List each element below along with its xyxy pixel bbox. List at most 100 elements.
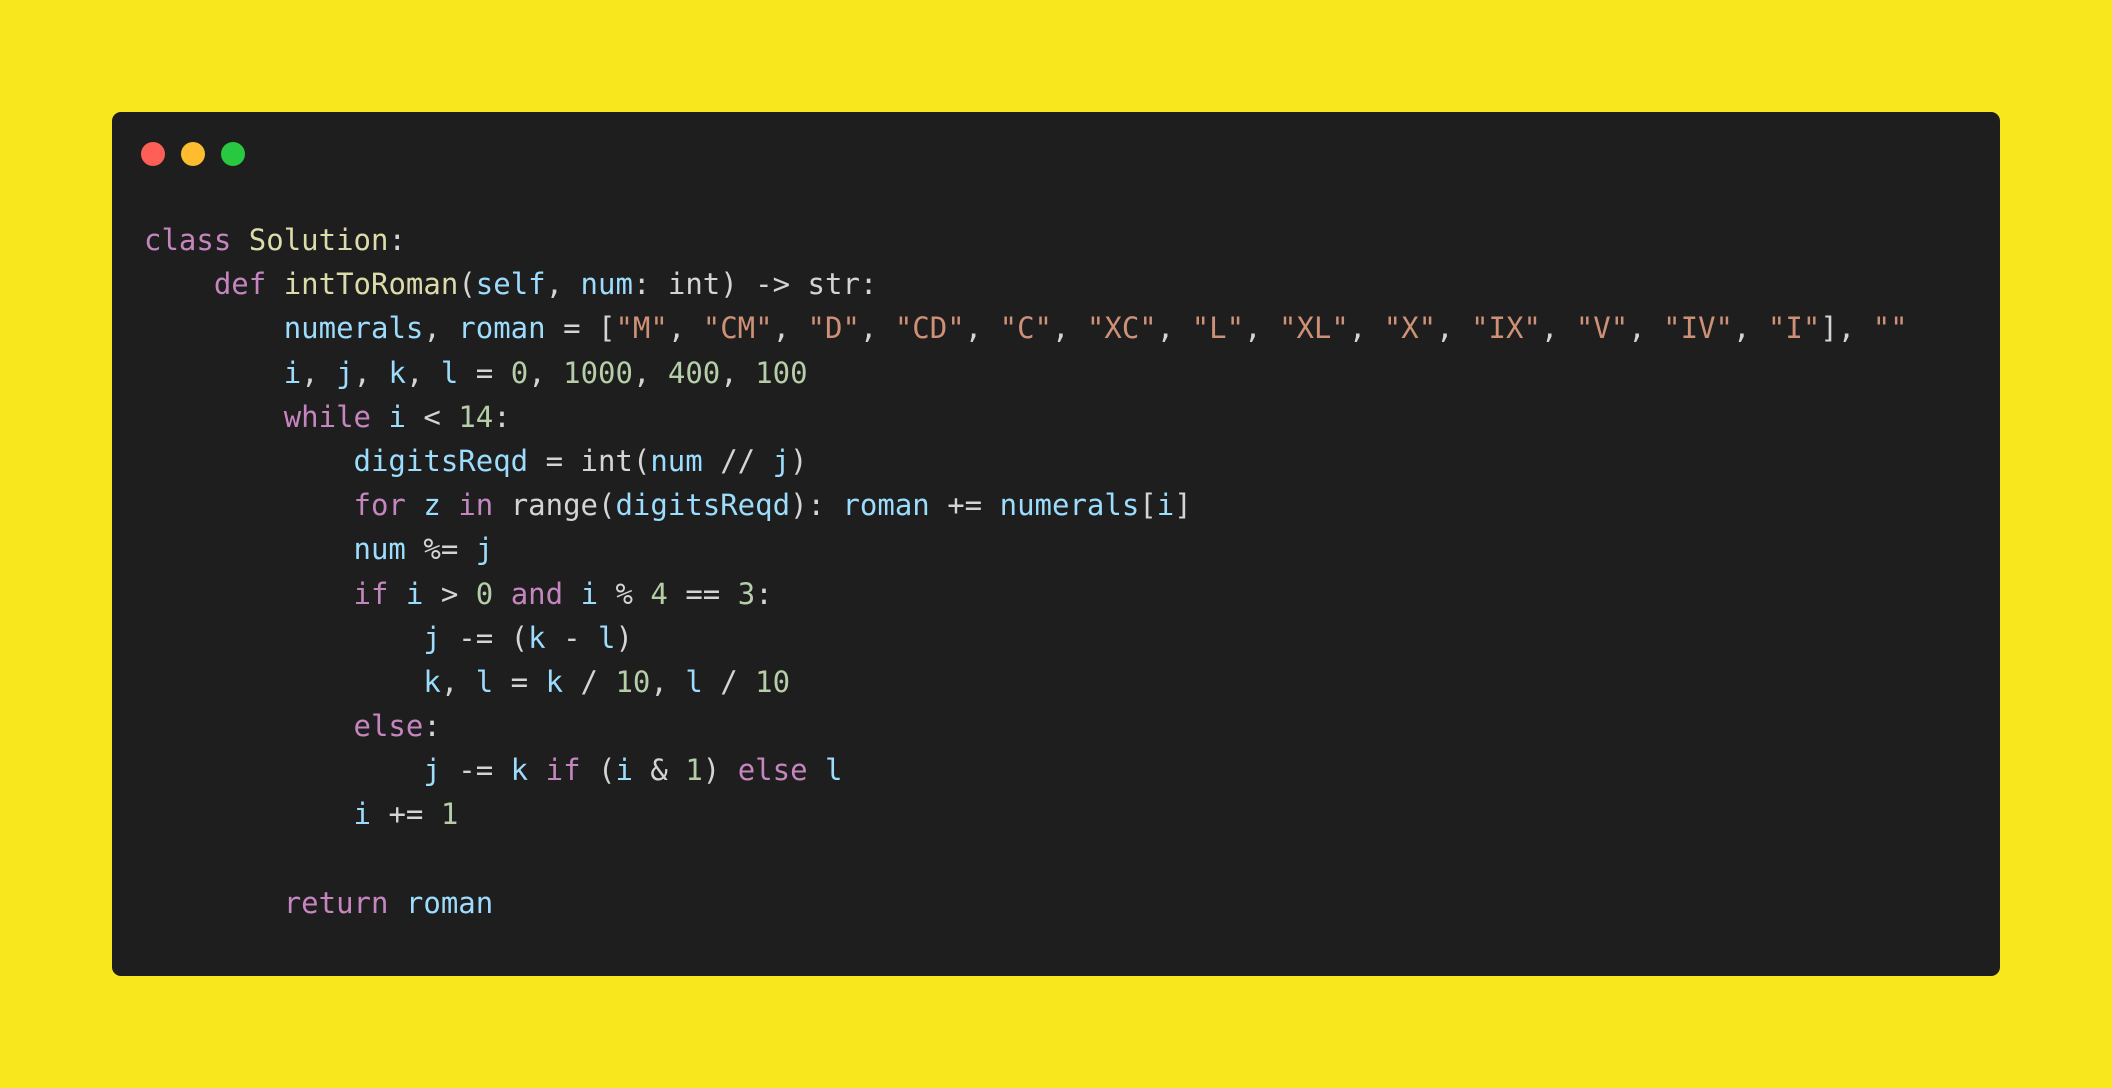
code-line: j -= k if (i & 1) else l [144,748,1908,792]
code-token: , [1244,311,1279,346]
code-token: , [650,664,686,699]
code-token: and [510,576,564,611]
code-token: num [580,267,633,302]
code-token: "IX" [1471,311,1541,346]
code-token: : [755,576,773,611]
code-token: "XC" [1086,311,1157,346]
close-dot-icon[interactable] [141,142,165,166]
code-token: k [423,664,441,699]
code-token: num [353,532,406,567]
code-token: k [510,753,529,788]
code-token: > [423,576,476,611]
code-line: j -= (k - l) [144,616,1908,660]
code-line: return roman [144,881,1908,925]
code-token: , [632,355,668,390]
code-line: k, l = k / 10, l / 10 [144,660,1908,704]
code-token: , [859,311,895,346]
code-token: j [336,355,354,390]
code-line: for z in range(digitsReqd): roman += num… [144,483,1908,527]
code-token: : [493,399,511,434]
code-token: , [1628,311,1664,346]
code-token: "CM" [702,311,773,346]
code-token: 400 [667,355,721,390]
code-token: -= [440,753,511,788]
code-token: = [493,664,546,699]
maximize-dot-icon[interactable] [221,142,245,166]
code-line: if i > 0 and i % 4 == 3: [144,572,1908,616]
code-token: , [1156,311,1192,346]
code-token: ( [580,753,616,788]
code-token: "I" [1767,311,1821,346]
code-token: , [667,311,703,346]
code-token: k [528,620,546,655]
code-token: -= ( [440,620,529,655]
code-token: "C" [999,311,1052,346]
code-line: digitsReqd = int(num // j) [144,439,1908,483]
code-token: if [545,753,581,788]
code-token: l [685,664,703,699]
code-token: , [1348,311,1384,346]
code-token: roman [842,488,930,523]
code-token: class [144,223,232,257]
code-token: , [405,355,441,390]
code-line: num %= j [144,527,1908,571]
code-token: roman [405,885,494,920]
code-line: def intToRoman(self, num: int) -> str: [144,262,1908,306]
code-token: / [702,664,756,699]
code-token: = [458,355,511,390]
code-token: ) [615,620,633,655]
code-token: "IV" [1663,311,1733,346]
code-token: , [423,311,459,346]
code-line: else: [144,704,1908,748]
code-token: i [283,355,302,390]
code-token: if [353,576,389,611]
code-token: range( [493,488,616,523]
code-token: , [1733,311,1768,346]
code-token: i [405,576,424,611]
code-block: class Solution: def intToRoman(self, num… [144,218,1908,925]
code-token: "CD" [894,311,965,346]
code-token: ): [790,488,843,523]
code-token: , [772,311,808,346]
code-token: roman [458,311,546,346]
code-token: , [1436,311,1472,346]
code-token: += [929,488,1000,523]
code-token: 4 [650,576,668,611]
code-token: , [301,355,337,390]
code-token: "M" [615,311,668,346]
code-token: num [650,443,703,478]
code-token: ) [790,443,808,478]
code-token: = [ [545,311,616,346]
code-token: , [1540,311,1576,346]
code-token: "D" [807,311,860,346]
code-token: 1 [685,753,703,788]
code-token: else [737,753,808,788]
code-token: l [598,620,616,655]
minimize-dot-icon[interactable] [181,142,205,166]
code-token: i [615,753,633,788]
code-token: // [702,443,773,478]
code-token: = int( [528,443,651,478]
code-line: class Solution: [144,218,1908,262]
code-token: k [545,664,564,699]
code-token: for [353,488,406,523]
code-token: "" [1872,311,1908,346]
code-token: , [964,311,1000,346]
code-token: 3 [737,576,756,611]
code-token: j [475,532,494,567]
code-token: in [458,488,494,523]
code-token: i [1156,488,1175,523]
code-token: j [423,620,441,655]
code-token: ], [1820,311,1873,346]
code-token: "XL" [1279,311,1349,346]
code-token: % [598,576,651,611]
code-token: , [353,355,389,390]
code-token: : [423,709,441,744]
code-token: 1000 [563,355,633,390]
code-line: i, j, k, l = 0, 1000, 400, 100 [144,351,1908,395]
code-token: self [475,267,546,302]
